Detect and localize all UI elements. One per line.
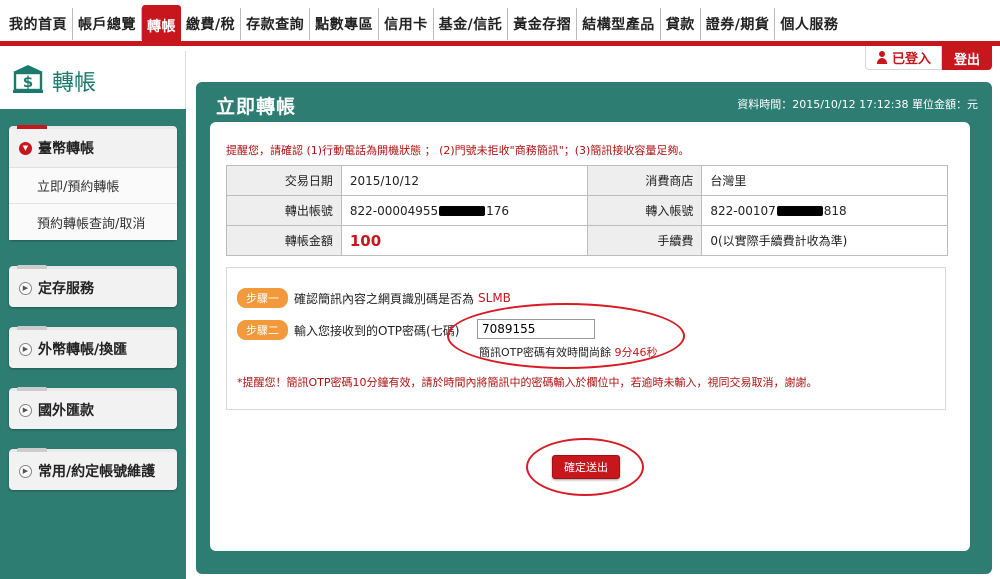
to-account-value: 822-00107 818 xyxy=(701,195,948,226)
sidebar-section-label: 定存服務 xyxy=(38,281,94,297)
fee-label: 手續費 xyxy=(586,225,703,256)
from-account-suffix: 176 xyxy=(486,203,510,218)
merchant-value: 台灣里 xyxy=(701,165,948,196)
to-account-prefix: 822-00107 xyxy=(710,203,776,218)
submit-button[interactable]: 確定送出 xyxy=(552,455,620,479)
from-account-prefix: 822-00004955 xyxy=(349,203,439,218)
trade-date-label: 交易日期 xyxy=(226,165,342,196)
nav-item[interactable]: 證券/期貨 xyxy=(701,8,776,40)
nav-item[interactable]: 存款查詢 xyxy=(241,8,311,40)
to-account-label: 轉入帳號 xyxy=(586,195,703,226)
sidebar-item-scheduled-query[interactable]: 預約轉帳查詢/取消 xyxy=(9,204,177,240)
sidebar-section-header[interactable]: ▼ 臺幣轉帳 xyxy=(9,129,177,167)
sidebar-item-immediate-transfer[interactable]: 立即/預約轉帳 xyxy=(9,168,177,204)
sidebar-section-header[interactable]: ▶ 國外匯款 xyxy=(9,391,177,429)
logout-button[interactable]: 登出 xyxy=(941,46,992,70)
to-account-suffix: 818 xyxy=(823,203,847,218)
from-account-value: 822-00004955 176 xyxy=(340,195,588,226)
table-row: 轉帳金額 100 手續費 0(以實際手續費計收為準) xyxy=(226,225,948,256)
web-id-code: SLMB xyxy=(478,291,511,305)
step-one-badge: 步驟一 xyxy=(237,288,288,308)
redaction-mask xyxy=(439,206,486,216)
logged-in-indicator: 已登入 xyxy=(864,46,942,70)
step-two-badge: 步驟二 xyxy=(237,320,288,340)
sidebar-section-account-maintenance: ▶ 常用/約定帳號維護 xyxy=(9,448,177,490)
chevron-right-icon: ▶ xyxy=(19,403,32,417)
nav-item[interactable]: 結構型產品 xyxy=(577,8,661,40)
auth-bar: 已登入 登出 xyxy=(864,46,992,70)
from-account-label: 轉出帳號 xyxy=(226,195,342,226)
amount-value: 100 xyxy=(340,225,588,256)
sidebar-section-time-deposit: ▶ 定存服務 xyxy=(9,265,177,307)
table-row: 交易日期 2015/10/12 消費商店 台灣里 xyxy=(226,165,948,196)
nav-item[interactable]: 黃金存摺 xyxy=(508,8,578,40)
svg-text:$: $ xyxy=(23,73,33,91)
chevron-right-icon: ▶ xyxy=(19,464,32,478)
section-tab-marker xyxy=(17,326,47,330)
nav-item[interactable]: 我的首頁 xyxy=(4,8,73,40)
bank-dollar-icon: $ xyxy=(13,65,43,93)
fee-value: 0(以實際手續費計收為準) xyxy=(701,225,948,256)
sidebar-submenu: 立即/預約轉帳 預約轉帳查詢/取消 xyxy=(9,167,177,240)
user-icon xyxy=(876,51,888,64)
nav-item[interactable]: 貸款 xyxy=(661,8,701,40)
annotation-circle-otp xyxy=(447,303,685,369)
chevron-down-icon: ▼ xyxy=(19,141,32,155)
data-timestamp: 資料時間：2015/10/12 17:12:38 單位金額：元 xyxy=(737,98,978,111)
otp-notice: 提醒您，請確認 (1)行動電話為開機狀態 ； (2)門號未拒收"商務簡訊"；(3… xyxy=(226,144,690,157)
step-one-text: 確認簡訊內容之網頁識別碼是否為 xyxy=(294,291,475,306)
step-two-text: 輸入您接收到的OTP密碼(七碼) xyxy=(294,323,460,338)
section-tab-marker xyxy=(17,387,47,391)
nav-item[interactable]: 繳費/稅 xyxy=(181,8,242,40)
nav-item[interactable]: 轉帳 xyxy=(142,5,181,43)
redaction-mask xyxy=(776,206,823,216)
section-tab-marker xyxy=(17,448,47,452)
sidebar-section-label: 常用/約定帳號維護 xyxy=(38,464,156,480)
chevron-right-icon: ▶ xyxy=(19,342,32,356)
logged-in-label: 已登入 xyxy=(891,52,931,67)
step-one-row: 步驟一 確認簡訊內容之網頁識別碼是否為 SLMB xyxy=(237,288,511,308)
merchant-label: 消費商店 xyxy=(586,165,703,196)
sidebar-section-header[interactable]: ▶ 常用/約定帳號維護 xyxy=(9,452,177,490)
transfer-info-table: 交易日期 2015/10/12 消費商店 台灣里 轉出帳號 822-000049… xyxy=(226,165,948,256)
chevron-right-icon: ▶ xyxy=(19,281,32,295)
sidebar-section-label: 臺幣轉帳 xyxy=(38,141,94,157)
sidebar-section-label: 國外匯款 xyxy=(38,403,94,419)
page-title: 立即轉帳 xyxy=(216,96,297,118)
sidebar-section-twd-transfer: ▼ 臺幣轉帳 立即/預約轉帳 預約轉帳查詢/取消 xyxy=(9,125,177,240)
nav-item[interactable]: 基金/信託 xyxy=(434,8,509,40)
step-two-row: 步驟二 輸入您接收到的OTP密碼(七碼) xyxy=(237,320,459,340)
nav-item[interactable]: 點數專區 xyxy=(310,8,380,40)
nav-item[interactable]: 信用卡 xyxy=(379,8,434,40)
trade-date-value: 2015/10/12 xyxy=(340,165,588,196)
section-tab-marker xyxy=(17,125,47,129)
top-nav: 我的首頁 帳戶總覽 轉帳 繳費/稅 存款查詢 點數專區 信用卡 基金/信託 黃金存摺 結構型產品貸… xyxy=(0,0,1000,46)
sidebar-section-label: 外幣轉帳/換匯 xyxy=(38,342,128,358)
sidebar-header: $ 轉帳 xyxy=(0,51,186,109)
sidebar-section-fx-transfer: ▶ 外幣轉帳/換匯 xyxy=(9,326,177,368)
sidebar-section-remittance: ▶ 國外匯款 xyxy=(9,387,177,429)
sidebar-section-header[interactable]: ▶ 外幣轉帳/換匯 xyxy=(9,330,177,368)
sidebar-title: 轉帳 xyxy=(52,71,97,96)
top-nav-items: 我的首頁 帳戶總覽 轉帳 繳費/稅 存款查詢 點數專區 信用卡 基金/信託 黃金存摺 結構型產品貸… xyxy=(4,5,843,43)
amount-label: 轉帳金額 xyxy=(226,225,342,256)
otp-warning: *提醒您！簡訊OTP密碼10分鐘有效，請於時間內將簡訊中的密碼輸入於欄位中，若逾… xyxy=(237,376,818,389)
nav-item[interactable]: 帳戶總覽 xyxy=(73,8,142,40)
table-row: 轉出帳號 822-00004955 176 轉入帳號 822-00107 818 xyxy=(226,195,948,226)
nav-item[interactable]: 個人服務 xyxy=(775,8,843,40)
section-tab-marker xyxy=(17,265,47,269)
sidebar-section-header[interactable]: ▶ 定存服務 xyxy=(9,269,177,307)
